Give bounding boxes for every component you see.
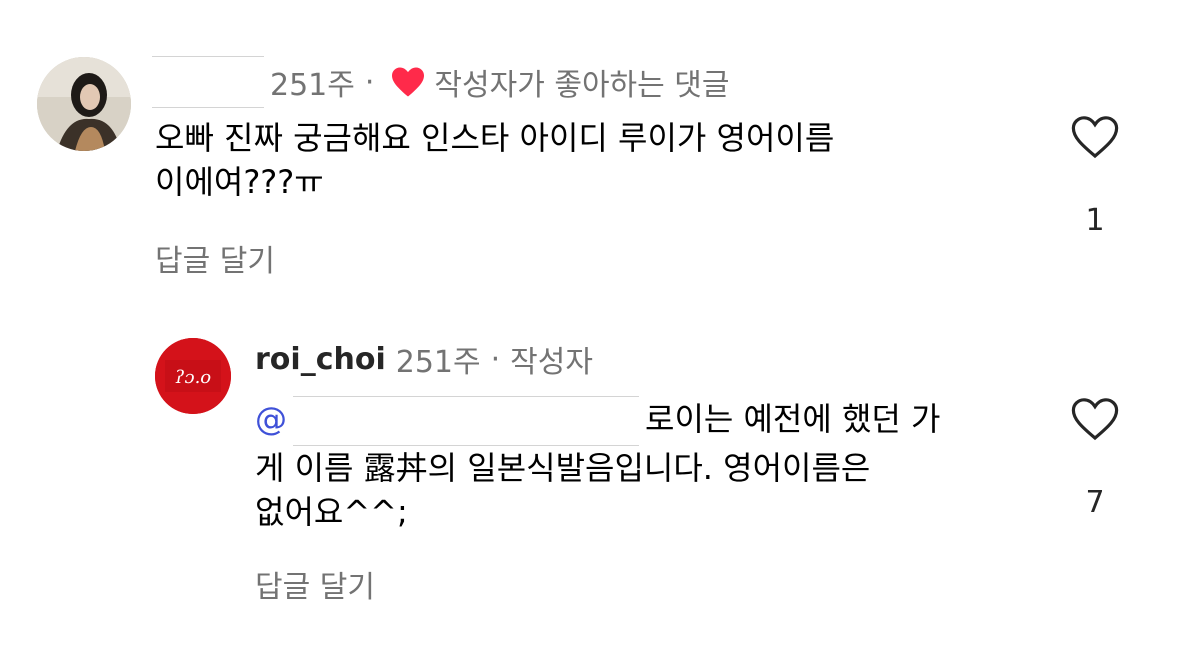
comment-text-line: 이에여???ㅠ xyxy=(155,163,324,201)
like-count: 7 xyxy=(1085,485,1105,520)
reply-button[interactable]: 답글 달기 xyxy=(255,562,375,606)
roi-logo-icon: ʔɔ.o xyxy=(155,338,231,414)
comment-meta: 251주 · 작성자가 좋아하는 댓글 xyxy=(152,56,730,108)
reply-text: @ 로이는 예전에 했던 가 게 이름 露丼의 일본식발음입니다. 영어이름은 없… xyxy=(255,396,1035,534)
comment-text-line: 오빠 진짜 궁금해요 인스타 아이디 루이가 영어이름 xyxy=(155,119,835,157)
comment-time: 251주 xyxy=(270,68,355,103)
redacted-username xyxy=(152,56,264,108)
reply-like-column: 7 xyxy=(1065,397,1125,520)
redacted-mention xyxy=(293,396,639,446)
reply-meta: roi_choi 251주 · 작성자 xyxy=(255,336,593,382)
heart-filled-icon xyxy=(390,66,426,98)
author-tag: 작성자 xyxy=(510,345,593,380)
reply-username[interactable]: roi_choi xyxy=(255,342,386,377)
reply-text-segment: 로이는 예전에 했던 가 xyxy=(645,400,941,438)
commenter-avatar[interactable] xyxy=(37,57,131,151)
avatar-photo-icon xyxy=(37,57,131,151)
comment-text: 오빠 진짜 궁금해요 인스타 아이디 루이가 영어이름 이에여???ㅠ xyxy=(155,116,834,204)
comment-like-column: 1 xyxy=(1065,115,1125,238)
comment-item: 251주 · 작성자가 좋아하는 댓글 오빠 진짜 궁금해요 인스타 아이디 루… xyxy=(0,0,1179,300)
like-count: 1 xyxy=(1085,203,1105,238)
reply-text-line: 없어요^^; xyxy=(255,493,408,531)
liked-by-author-label: 작성자가 좋아하는 댓글 xyxy=(434,68,730,103)
reply-text-line: 게 이름 露丼의 일본식발음입니다. 영어이름은 xyxy=(255,449,871,487)
meta-separator: · xyxy=(490,341,501,377)
reply-button[interactable]: 답글 달기 xyxy=(155,236,275,280)
reply-item: ʔɔ.o roi_choi 251주 · 작성자 @ 로이는 예전에 했던 가 게… xyxy=(0,300,1179,659)
reply-time: 251주 xyxy=(395,345,481,380)
mention-at[interactable]: @ xyxy=(255,400,287,438)
like-heart-icon[interactable] xyxy=(1071,115,1119,163)
svg-text:ʔɔ.o: ʔɔ.o xyxy=(175,367,211,388)
meta-separator: · xyxy=(364,64,375,100)
reply-text-line: @ 로이는 예전에 했던 가 xyxy=(255,396,1035,446)
like-heart-icon[interactable] xyxy=(1071,397,1119,445)
reply-avatar[interactable]: ʔɔ.o xyxy=(155,338,231,414)
